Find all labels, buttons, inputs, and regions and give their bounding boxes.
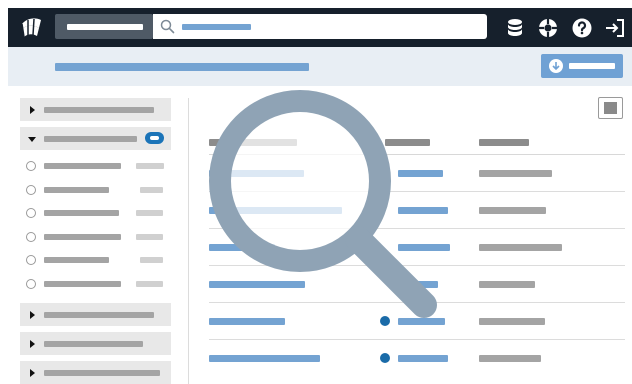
row-name-link[interactable] — [209, 207, 342, 214]
row-type-link[interactable] — [398, 318, 445, 325]
caret-right-icon — [30, 311, 35, 319]
filter-option-count — [140, 257, 163, 263]
search-placeholder — [182, 24, 251, 30]
sidebar-group-label — [44, 107, 154, 113]
sidebar-group-collapsed[interactable] — [20, 361, 171, 384]
row-name-link[interactable] — [209, 318, 285, 325]
sidebar-group-label — [44, 341, 143, 347]
row-value — [479, 281, 535, 288]
row-name-link[interactable] — [209, 355, 320, 362]
row-type-link[interactable] — [398, 207, 448, 214]
table-row[interactable] — [209, 340, 625, 377]
table-row[interactable] — [209, 229, 625, 266]
filter-sidebar — [20, 98, 171, 384]
radio-button[interactable] — [26, 231, 36, 242]
panel-divider — [188, 98, 189, 384]
filter-option[interactable] — [20, 180, 171, 204]
row-value — [479, 170, 552, 177]
filter-option-count — [136, 163, 164, 169]
radio-button[interactable] — [26, 184, 36, 195]
row-name-link[interactable] — [209, 281, 305, 288]
row-name-link[interactable] — [209, 170, 304, 177]
sidebar-group-collapsed[interactable] — [20, 303, 171, 326]
export-button-label — [569, 63, 615, 69]
columns-icon — [604, 102, 617, 114]
row-value — [479, 207, 546, 214]
filter-option-count — [136, 210, 163, 216]
table-row[interactable] — [209, 303, 625, 340]
filter-option[interactable] — [20, 203, 171, 227]
table-row[interactable] — [209, 192, 625, 229]
row-value — [479, 355, 541, 362]
export-button[interactable] — [541, 54, 623, 78]
row-value — [479, 244, 562, 251]
row-type-link[interactable] — [398, 281, 438, 288]
filter-option[interactable] — [20, 274, 171, 298]
filter-option-label — [44, 257, 109, 263]
row-value — [479, 318, 545, 325]
filter-option-count — [140, 186, 163, 193]
page-header — [8, 47, 632, 86]
top-bar — [8, 8, 632, 47]
sidebar-group-collapsed[interactable] — [20, 98, 171, 121]
row-type-link[interactable] — [398, 244, 450, 251]
results-table — [209, 130, 625, 377]
sidebar-group-expanded[interactable] — [20, 127, 171, 150]
row-type-link[interactable] — [398, 170, 443, 177]
sidebar-group-label — [44, 312, 154, 318]
table-row[interactable] — [209, 266, 625, 303]
selected-count-badge — [145, 132, 164, 144]
filter-option-count — [136, 233, 163, 240]
status-dot — [380, 353, 390, 363]
radio-button[interactable] — [26, 255, 36, 265]
status-dot — [380, 316, 390, 326]
radio-button[interactable] — [26, 161, 36, 171]
sidebar-group-label — [44, 136, 137, 142]
row-type-link[interactable] — [398, 355, 448, 362]
filter-option-label — [44, 210, 119, 216]
sidebar-group-label — [44, 370, 160, 376]
search-input[interactable] — [153, 14, 487, 39]
download-icon — [549, 59, 563, 73]
caret-down-icon — [28, 137, 36, 142]
table-header — [209, 130, 625, 155]
filter-option-label — [44, 163, 121, 169]
radio-button[interactable] — [26, 208, 36, 218]
column-header-value[interactable] — [479, 139, 529, 146]
filter-option[interactable] — [20, 250, 171, 274]
column-settings-button[interactable] — [598, 97, 623, 119]
app-window — [0, 0, 632, 384]
scope-select[interactable] — [55, 14, 153, 39]
table-row[interactable] — [209, 155, 625, 192]
scope-select-value — [67, 24, 143, 30]
filter-option-label — [44, 280, 121, 287]
database-icon[interactable] — [504, 17, 526, 39]
help-icon[interactable] — [571, 17, 593, 39]
caret-right-icon — [30, 340, 35, 348]
filter-option-label — [44, 186, 109, 193]
radio-button[interactable] — [26, 278, 36, 289]
caret-right-icon — [30, 106, 35, 114]
column-header-name[interactable] — [209, 139, 297, 146]
filter-option[interactable] — [20, 156, 171, 180]
filter-option-count — [136, 280, 163, 287]
caret-right-icon — [30, 369, 35, 377]
sign-out-icon[interactable] — [604, 17, 626, 39]
filter-option-label — [44, 233, 121, 240]
column-header-type[interactable] — [385, 139, 430, 146]
support-lifebuoy-icon[interactable] — [537, 17, 559, 39]
row-name-link[interactable] — [209, 244, 275, 251]
page-title — [55, 63, 309, 71]
globe-logo-icon[interactable] — [19, 16, 43, 40]
search-icon — [160, 19, 175, 34]
filter-option[interactable] — [20, 227, 171, 251]
sidebar-group-collapsed[interactable] — [20, 332, 171, 355]
